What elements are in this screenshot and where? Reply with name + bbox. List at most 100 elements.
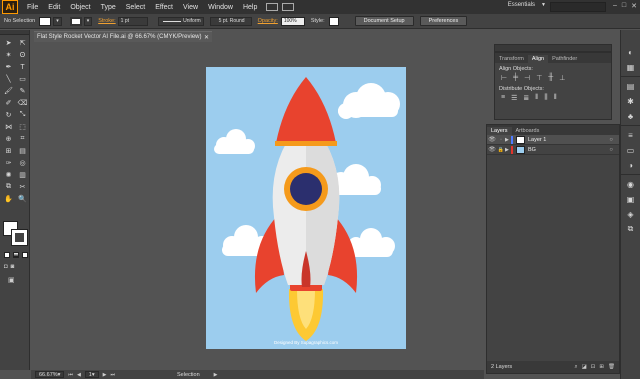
direct-selection-tool-icon[interactable]: ⇱ bbox=[17, 38, 28, 48]
gradient-mode-icon[interactable] bbox=[13, 252, 19, 258]
layer-row[interactable]: 👁 ▫ ▶ Layer 1 ○ bbox=[487, 135, 619, 145]
preferences-button[interactable]: Preferences bbox=[419, 16, 468, 26]
align-right-icon[interactable]: ⊣ bbox=[524, 74, 530, 82]
stroke-color-box[interactable] bbox=[11, 229, 28, 246]
stroke-panel-icon[interactable]: ≡ bbox=[624, 129, 638, 141]
distribute-right-icon[interactable]: ⫴ bbox=[554, 94, 557, 102]
next-artboard-icon[interactable]: ▶ bbox=[103, 372, 107, 378]
gradient-panel-icon[interactable]: ▭ bbox=[624, 144, 638, 156]
lock-icon[interactable]: 🔒 bbox=[497, 147, 505, 153]
opacity-field[interactable]: 100% bbox=[280, 16, 305, 26]
align-top-icon[interactable]: ⊤ bbox=[536, 74, 542, 82]
zoom-tool-icon[interactable]: 🔍 bbox=[17, 194, 28, 204]
line-tool-icon[interactable]: ╲ bbox=[3, 74, 14, 84]
layer-name[interactable]: BG bbox=[528, 147, 536, 153]
tab-pathfinder[interactable]: Pathfinder bbox=[548, 55, 581, 63]
artboard[interactable]: Designed By Supagraphics.com bbox=[206, 67, 406, 349]
workspace-switcher[interactable]: Essentials ▼ bbox=[508, 2, 546, 8]
document-setup-button[interactable]: Document Setup bbox=[354, 16, 414, 26]
none-mode-icon[interactable] bbox=[22, 252, 28, 258]
fill-dropdown[interactable]: ▾ bbox=[53, 16, 62, 26]
stroke-link[interactable]: Stroke: bbox=[98, 18, 115, 24]
menu-window[interactable]: Window bbox=[203, 4, 238, 11]
slice-tool-icon[interactable]: ✂ bbox=[17, 182, 28, 192]
menu-edit[interactable]: Edit bbox=[43, 4, 65, 11]
draw-normal-icon[interactable]: ◘ bbox=[4, 264, 8, 270]
rotate-tool-icon[interactable]: ↻ bbox=[3, 110, 14, 120]
close-window-button[interactable]: ✕ bbox=[631, 2, 637, 10]
canvas-area[interactable]: Designed By Supagraphics.com bbox=[31, 42, 484, 370]
draw-behind-icon[interactable]: ◙ bbox=[11, 264, 15, 270]
visibility-eye-icon[interactable]: 👁 bbox=[487, 136, 497, 143]
lasso-tool-icon[interactable]: ʘ bbox=[17, 50, 28, 60]
tab-layers[interactable]: Layers bbox=[487, 127, 512, 135]
tab-align[interactable]: Align bbox=[527, 55, 549, 63]
menu-effect[interactable]: Effect bbox=[150, 4, 178, 11]
new-sublayer-icon[interactable]: ⊡ bbox=[591, 364, 596, 371]
document-tab[interactable]: Flat Style Rocket Vector AI File.ai @ 66… bbox=[34, 31, 212, 42]
align-center-v-icon[interactable]: ╫ bbox=[548, 74, 553, 82]
transparency-icon[interactable]: ◑ bbox=[624, 159, 638, 171]
stroke-profile-dropdown[interactable]: Uniform bbox=[157, 16, 204, 26]
lock-toggle-icon[interactable]: ▫ bbox=[497, 137, 505, 143]
first-artboard-icon[interactable]: ⏮ bbox=[68, 372, 73, 378]
help-search-input[interactable] bbox=[550, 2, 606, 12]
symbol-sprayer-tool-icon[interactable]: ✺ bbox=[3, 170, 14, 180]
perspective-grid-tool-icon[interactable]: ⌗ bbox=[17, 134, 28, 144]
screen-mode-icon[interactable]: ▣ bbox=[8, 276, 15, 284]
maximize-button[interactable]: □ bbox=[622, 2, 626, 10]
tab-transform[interactable]: Transform bbox=[495, 55, 528, 63]
minimize-button[interactable]: – bbox=[613, 2, 617, 10]
selection-tool-icon[interactable]: ➤ bbox=[3, 38, 14, 48]
brushes-icon[interactable]: ✱ bbox=[624, 95, 638, 107]
close-tab-icon[interactable]: ✕ bbox=[204, 34, 209, 41]
column-graph-tool-icon[interactable]: ▥ bbox=[17, 170, 28, 180]
menu-help[interactable]: Help bbox=[238, 4, 262, 11]
color-mode-icon[interactable] bbox=[4, 252, 10, 258]
appearance-icon[interactable]: ◉ bbox=[624, 178, 638, 190]
menu-select[interactable]: Select bbox=[121, 4, 150, 11]
pencil-tool-icon[interactable]: ✎ bbox=[17, 86, 28, 96]
make-clipping-mask-icon[interactable]: ◪ bbox=[582, 364, 587, 371]
gradient-tool-icon[interactable]: ▤ bbox=[17, 146, 28, 156]
width-tool-icon[interactable]: ⋈ bbox=[3, 122, 14, 132]
target-circle-icon[interactable]: ○ bbox=[609, 137, 613, 143]
pen-tool-icon[interactable]: ✒ bbox=[3, 62, 14, 72]
blend-tool-icon[interactable]: ◎ bbox=[17, 158, 28, 168]
distribute-left-icon[interactable]: ⦀ bbox=[535, 94, 538, 102]
menu-file[interactable]: File bbox=[22, 4, 43, 11]
color-guide-icon[interactable]: ▦ bbox=[624, 61, 638, 73]
layers-panel-icon[interactable]: ◈ bbox=[624, 208, 638, 220]
target-circle-icon[interactable]: ○ bbox=[609, 147, 613, 153]
align-bottom-icon[interactable]: ⊥ bbox=[559, 74, 565, 82]
shape-builder-tool-icon[interactable]: ⊕ bbox=[3, 134, 14, 144]
layer-row[interactable]: 👁 🔒 ▶ BG ○ bbox=[487, 145, 619, 155]
blob-brush-tool-icon[interactable]: ✐ bbox=[3, 98, 14, 108]
artboards-panel-icon[interactable]: ⧉ bbox=[624, 223, 638, 235]
symbols-icon[interactable]: ♣ bbox=[624, 110, 638, 122]
stroke-weight-field[interactable]: 1 pt bbox=[117, 16, 148, 26]
fill-swatch[interactable] bbox=[39, 16, 52, 26]
color-panel-icon[interactable]: ◐ bbox=[624, 46, 638, 58]
bridge-icon[interactable] bbox=[266, 3, 279, 11]
align-left-icon[interactable]: ⊢ bbox=[501, 74, 507, 82]
scale-tool-icon[interactable]: ⤡ bbox=[17, 110, 28, 120]
paintbrush-tool-icon[interactable]: 🖌 bbox=[3, 86, 14, 96]
delete-layer-icon[interactable]: 🗑 bbox=[608, 364, 615, 371]
graphic-styles-icon[interactable]: ▣ bbox=[624, 193, 638, 205]
status-arrow-icon[interactable]: ▶ bbox=[214, 372, 218, 378]
rectangle-tool-icon[interactable]: ▭ bbox=[17, 74, 28, 84]
menu-type[interactable]: Type bbox=[96, 4, 121, 11]
eyedropper-tool-icon[interactable]: ✑ bbox=[3, 158, 14, 168]
status-text[interactable]: Selection bbox=[177, 372, 200, 378]
brush-dropdown[interactable]: 5 pt. Round bbox=[209, 16, 252, 26]
visibility-eye-icon[interactable]: 👁 bbox=[487, 146, 497, 153]
locate-object-icon[interactable]: ⌕ bbox=[575, 364, 578, 371]
menu-view[interactable]: View bbox=[178, 4, 203, 11]
style-swatch[interactable] bbox=[328, 16, 339, 26]
prev-artboard-icon[interactable]: ◀ bbox=[77, 372, 81, 378]
arrange-documents-icon[interactable] bbox=[282, 3, 295, 11]
tab-artboards[interactable]: Artboards bbox=[512, 127, 544, 135]
type-tool-icon[interactable]: T bbox=[17, 62, 28, 72]
magic-wand-tool-icon[interactable]: ✶ bbox=[3, 50, 14, 60]
